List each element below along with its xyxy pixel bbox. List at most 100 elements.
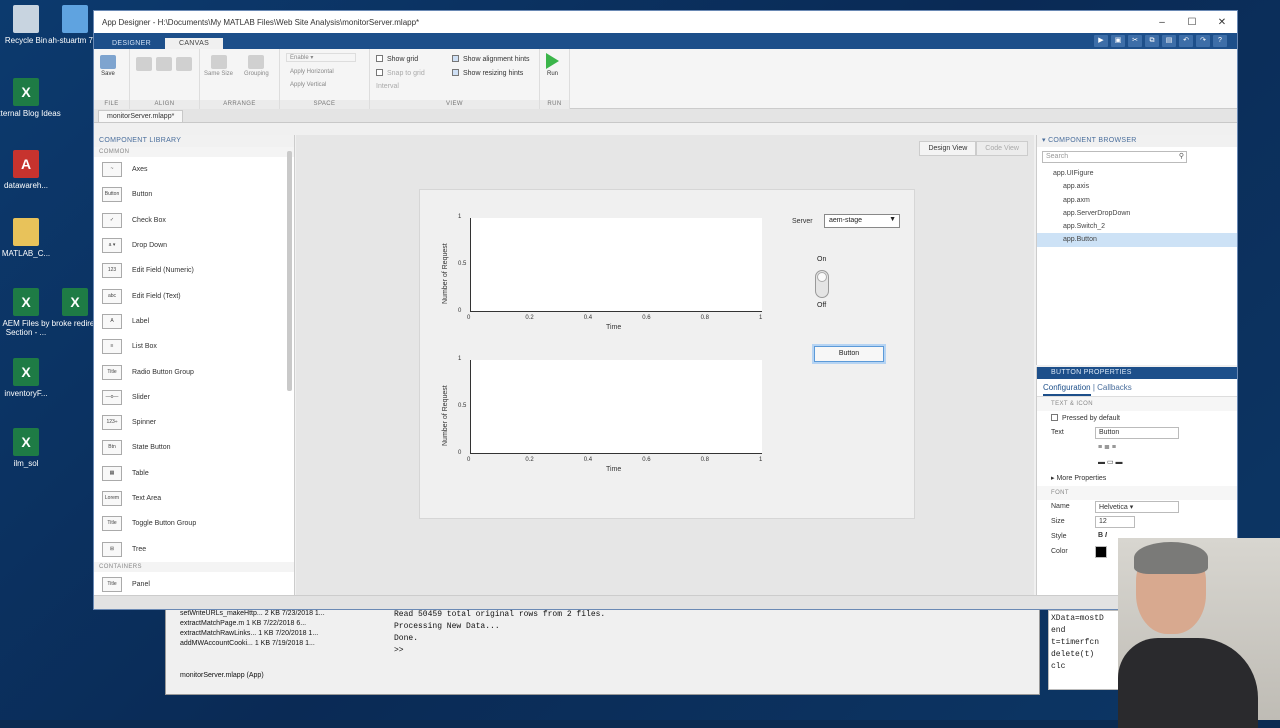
tree-node[interactable]: app.Button	[1037, 233, 1237, 247]
search-input[interactable]: Search ⚲	[1042, 151, 1187, 163]
x-tick-label: 0.4	[583, 457, 593, 463]
component-icon: ✓	[102, 212, 122, 228]
x-tick-label: 0	[467, 457, 471, 463]
library-item-check-box[interactable]: ✓ Check Box	[94, 208, 294, 233]
x-tick-label: 1	[759, 315, 763, 321]
panel-icon: Title	[102, 576, 122, 592]
close-button[interactable]: ✕	[1207, 17, 1237, 28]
ui-figure[interactable]: 0 0.2 0.4 0.6 0.8 1 0 0.5 1 Time Number of Request…	[419, 189, 915, 519]
excel-file-icon	[13, 288, 39, 316]
undo-icon[interactable]: ↶	[1179, 35, 1193, 47]
pressed-by-default-checkbox[interactable]: Pressed by default	[1037, 411, 1237, 426]
excel-file-icon	[13, 358, 39, 386]
library-item-tree[interactable]: ⊞ Tree	[94, 536, 294, 561]
library-item-state-button[interactable]: Btn State Button	[94, 435, 294, 460]
component-icon: ~	[102, 162, 122, 178]
library-item-drop-down[interactable]: a ▾ Drop Down	[94, 233, 294, 258]
library-scrollbar[interactable]	[287, 151, 292, 391]
y-tick-label: 0	[458, 308, 462, 314]
command-window[interactable]: Read 50459 total original rows from 2 fi…	[394, 609, 1034, 657]
align-left-icon[interactable]	[136, 57, 152, 73]
component-icon: ≡	[102, 339, 122, 355]
maximize-button[interactable]: ☐	[1177, 17, 1207, 28]
more-properties-toggle[interactable]: ▸ More Properties	[1037, 471, 1237, 486]
file-row[interactable]: setWriteURLs_makeHttp... 2 KB 7/23/2018 …	[166, 609, 376, 619]
show-resizing-hints-checkbox[interactable]: Show resizing hints	[452, 69, 523, 77]
redo-icon[interactable]: ↷	[1196, 35, 1210, 47]
align-center-icon[interactable]	[156, 57, 172, 73]
valign-icons[interactable]: ▬ ▭ ▬	[1095, 457, 1127, 469]
align-right-icon[interactable]	[176, 57, 192, 73]
tree-node[interactable]: app.axis	[1037, 180, 1237, 193]
bold-icon[interactable]: B I	[1095, 531, 1110, 543]
library-item-radio-button-group[interactable]: Title Radio Button Group	[94, 359, 294, 384]
tab-designer[interactable]: DESIGNER	[98, 38, 165, 49]
apply-horizontal-button[interactable]: Apply Horizontal	[290, 69, 334, 75]
cut-icon[interactable]: ✂	[1128, 35, 1142, 47]
paste-icon[interactable]: ▤	[1162, 35, 1176, 47]
editor-code-pane[interactable]: XData=mostD end t=timerfcn delete(t) clc	[1048, 610, 1120, 690]
library-item-label[interactable]: A Label	[94, 309, 294, 334]
library-item-table[interactable]: ▦ Table	[94, 461, 294, 486]
same-size-button[interactable]: Same Size	[204, 55, 233, 77]
library-item-list-box[interactable]: ≡ List Box	[94, 334, 294, 359]
font-name-dropdown[interactable]: Helvetica ▾	[1095, 501, 1179, 513]
tab-callbacks[interactable]: Callbacks	[1097, 383, 1132, 392]
save-icon[interactable]: ▣	[1111, 35, 1125, 47]
file-row[interactable]: monitorServer.mlapp (App)	[166, 671, 376, 681]
file-row[interactable]: extractMatchRawLinks... 1 KB 7/20/2018 1…	[166, 629, 376, 639]
matlab-background-window: setWriteURLs_makeHttp... 2 KB 7/23/2018 …	[165, 600, 1040, 695]
font-color-swatch[interactable]	[1095, 546, 1107, 558]
copy-icon[interactable]: ⧉	[1145, 35, 1159, 47]
help-icon[interactable]: ?	[1213, 35, 1227, 47]
save-button[interactable]: Save	[100, 55, 116, 77]
minimize-button[interactable]: –	[1147, 17, 1177, 28]
server-dropdown[interactable]: aem-stage ▼	[824, 214, 900, 228]
desktop-icon-external-blog[interactable]: External Blog Ideas	[0, 78, 61, 118]
component-icon: Lorem	[102, 491, 122, 506]
button-component[interactable]: Button	[814, 346, 884, 362]
desktop-icon-ilm-sol[interactable]: ilm_sol	[0, 428, 61, 468]
run-button[interactable]: Run	[546, 53, 559, 77]
document-tab[interactable]: monitorServer.mlapp*	[98, 110, 184, 122]
desktop-icon-inventory[interactable]: inventoryF...	[0, 358, 61, 398]
interval-field[interactable]: Interval	[376, 83, 399, 90]
desktop-icon-datawarehouse[interactable]: datawareh...	[0, 150, 61, 190]
library-item-panel[interactable]: Title Panel	[94, 572, 294, 597]
library-item-button[interactable]: Button Button	[94, 182, 294, 207]
tab-configuration[interactable]: Configuration	[1043, 383, 1091, 396]
desktop-icon-matlab-folder[interactable]: MATLAB_C...	[0, 218, 61, 258]
axes-2[interactable]	[470, 360, 762, 454]
component-icon: ⊞	[102, 541, 122, 557]
align-icons[interactable]: ≡ ≣ ≡	[1095, 442, 1127, 454]
run-icon[interactable]: ▶	[1094, 35, 1108, 47]
show-alignment-hints-checkbox[interactable]: Show alignment hints	[452, 55, 530, 63]
ribbon-section-file: Save FILE	[94, 49, 130, 109]
tab-canvas[interactable]: CANVAS	[164, 38, 224, 49]
component-icon: Title	[102, 364, 122, 380]
library-item-axes[interactable]: ~ Axes	[94, 157, 294, 182]
library-item-edit-field-text[interactable]: abc Edit Field (Text)	[94, 283, 294, 308]
tree-node[interactable]: app.UIFigure	[1037, 167, 1237, 180]
axes-1[interactable]	[470, 218, 762, 312]
library-item-edit-field-numeric[interactable]: 123 Edit Field (Numeric)	[94, 258, 294, 283]
design-view-button[interactable]: Design View	[919, 141, 977, 156]
grouping-button[interactable]: Grouping	[244, 55, 269, 77]
font-size-field[interactable]: 12	[1095, 516, 1135, 528]
apply-vertical-button[interactable]: Apply Vertical	[290, 82, 326, 88]
code-view-button[interactable]: Code View	[976, 141, 1028, 156]
tree-node[interactable]: app.axm	[1037, 194, 1237, 207]
on-off-switch[interactable]	[815, 270, 829, 298]
library-item-slider[interactable]: —o— Slider	[94, 385, 294, 410]
library-item-text-area[interactable]: Lorem Text Area	[94, 486, 294, 511]
file-row[interactable]: extractMatchPage.m 1 KB 7/22/2018 6...	[166, 619, 376, 629]
tree-node[interactable]: app.Switch_2	[1037, 220, 1237, 233]
text-field[interactable]: Button	[1095, 427, 1179, 439]
tree-node[interactable]: app.ServerDropDown	[1037, 207, 1237, 220]
library-item-toggle-button-group[interactable]: Title Toggle Button Group	[94, 511, 294, 536]
show-grid-checkbox[interactable]: Show grid	[376, 55, 418, 63]
library-item-spinner[interactable]: 123÷ Spinner	[94, 410, 294, 435]
enable-dropdown[interactable]: Enable ▾	[286, 53, 356, 62]
file-row[interactable]: addMWAccountCooki... 1 KB 7/19/2018 1...	[166, 639, 376, 649]
snap-to-grid-checkbox[interactable]: Snap to grid	[376, 69, 425, 77]
